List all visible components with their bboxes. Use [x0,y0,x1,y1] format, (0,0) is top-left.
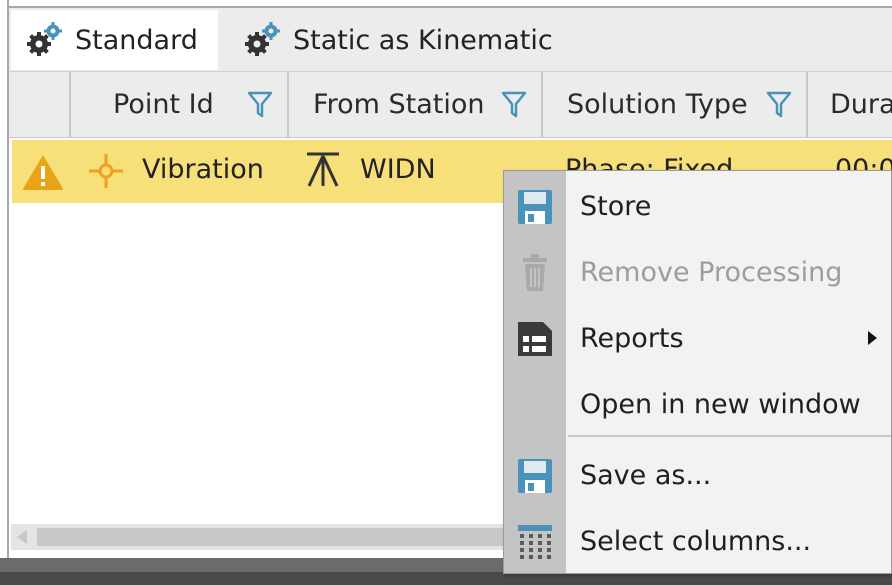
grid-header: Point Id From Station Solution Type Dura [9,72,892,138]
filter-icon[interactable] [501,90,527,120]
tab-label: Standard [75,24,198,56]
menu-item-remove-processing[interactable]: Remove Processing [504,239,891,305]
filter-icon[interactable] [766,90,792,120]
save-as-icon [515,456,555,496]
save-icon [515,187,555,227]
column-header-from-station[interactable]: From Station [289,72,543,137]
menu-item-save-as[interactable]: Save as... [504,442,891,508]
column-header-label: From Station [313,89,485,120]
gears-icon [27,22,63,58]
point-target-icon [87,152,125,194]
menu-item-open-in-new-window[interactable]: Open in new window [504,371,891,437]
context-menu: Store Remove Processing Reports Open in … [503,170,892,574]
menu-item-label: Select columns... [580,525,812,557]
trash-icon [515,253,555,293]
column-header-status[interactable] [9,72,71,137]
menu-item-reports[interactable]: Reports [504,305,891,371]
submenu-arrow-icon [868,331,877,345]
tab-standard[interactable]: Standard [11,10,218,70]
scroll-left-arrow-icon[interactable] [17,530,27,544]
menu-item-label: Remove Processing [580,256,843,288]
point-id-cell: Vibration [142,154,264,185]
column-header-label: Point Id [113,89,214,120]
menu-item-store[interactable]: Store [504,173,891,239]
report-icon [515,319,555,359]
column-header-label: Solution Type [567,89,748,120]
menu-separator [568,435,891,437]
scrollbar-thumb[interactable] [37,528,517,546]
menu-item-label: Store [580,190,652,222]
menu-item-label: Save as... [580,459,712,491]
menu-item-select-columns[interactable]: Select columns... [504,508,891,574]
column-header-label: Dura [830,89,892,120]
gears-icon [245,22,281,58]
window-top-border [0,0,892,8]
from-station-cell: WIDN [360,154,436,185]
column-header-duration[interactable]: Dura [808,72,892,137]
column-header-solution-type[interactable]: Solution Type [543,72,808,137]
column-header-point-id[interactable]: Point Id [71,72,289,137]
warning-icon [22,155,64,195]
view-tabstrip: Standard Static as Kinematic [9,8,892,72]
menu-item-label: Reports [580,322,684,354]
columns-icon [515,522,555,562]
tab-label: Static as Kinematic [293,24,553,56]
tab-static-as-kinematic[interactable]: Static as Kinematic [229,10,569,70]
menu-item-label: Open in new window [580,388,861,420]
window-left-border [0,0,9,560]
tripod-icon [304,150,342,194]
filter-icon[interactable] [247,90,273,120]
